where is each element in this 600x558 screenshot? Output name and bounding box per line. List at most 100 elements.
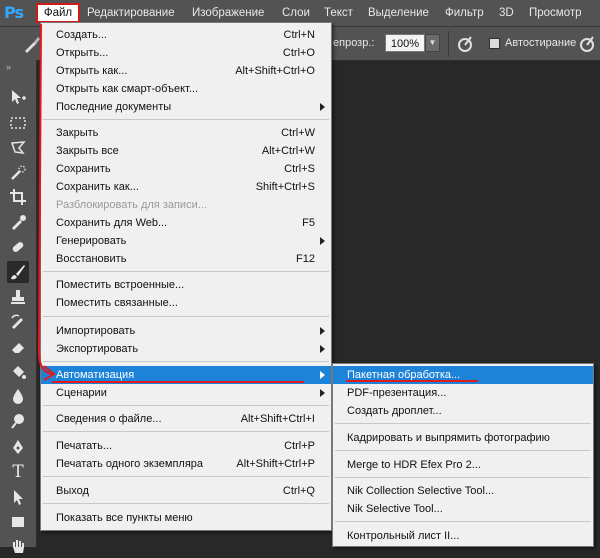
menu-item-label: Последние документы: [56, 101, 172, 113]
menu-item-label: Открыть...: [56, 47, 109, 59]
menu-item-open[interactable]: Открыть... Ctrl+O: [41, 44, 331, 62]
menu-select[interactable]: Выделение: [368, 4, 429, 22]
menu-item-pdf-presentation[interactable]: PDF-презентация...: [333, 384, 593, 402]
opacity-dropdown-button[interactable]: ▼: [425, 34, 440, 52]
menu-item-shortcut: F5: [302, 217, 315, 229]
panel-collapse-icon[interactable]: »: [6, 62, 11, 72]
auto-erase-checkbox[interactable]: [489, 38, 500, 49]
brush-tool-icon[interactable]: [7, 261, 29, 283]
tool-preset-picker-icon[interactable]: [22, 34, 42, 54]
menu-separator: [335, 423, 591, 424]
rectangle-tool-icon[interactable]: [7, 511, 29, 533]
menu-image[interactable]: Изображение: [192, 4, 264, 22]
menu-separator: [43, 119, 329, 120]
menu-view[interactable]: Просмотр: [529, 4, 582, 22]
menu-item-shortcut: Alt+Shift+Ctrl+I: [240, 413, 315, 425]
photoshop-logo: Ps: [4, 3, 24, 22]
menu-item-new[interactable]: Создать... Ctrl+N: [41, 26, 331, 44]
menu-item-label: Создать дроплет...: [347, 405, 442, 417]
menu-item-save-as[interactable]: Сохранить как... Shift+Ctrl+S: [41, 178, 331, 196]
pen-tool-icon[interactable]: [7, 436, 29, 458]
eraser-tool-icon[interactable]: [7, 336, 29, 358]
menu-item-unlock-for-writing: Разблокировать для записи...: [41, 196, 331, 214]
menu-separator: [43, 316, 329, 317]
menu-item-place-embedded[interactable]: Поместить встроенные...: [41, 276, 331, 294]
submenu-arrow-icon: [320, 371, 325, 379]
menu-item-file-info[interactable]: Сведения о файле... Alt+Shift+Ctrl+I: [41, 410, 331, 428]
pressure-opacity-icon[interactable]: [455, 34, 475, 54]
menu-item-merge-to-hdr-efex[interactable]: Merge to HDR Efex Pro 2...: [333, 456, 593, 474]
menu-item-recent-documents[interactable]: Последние документы: [41, 98, 331, 116]
menu-item-open-as-smart-object[interactable]: Открыть как смарт-объект...: [41, 80, 331, 98]
menu-item-save-for-web[interactable]: Сохранить для Web... F5: [41, 214, 331, 232]
menu-item-import[interactable]: Импортировать: [41, 322, 331, 340]
menu-item-label: Сохранить как...: [56, 181, 139, 193]
menu-separator: [43, 361, 329, 362]
menu-separator: [43, 503, 329, 504]
menu-item-label: Восстановить: [56, 253, 127, 265]
annotation-underline-batch: [346, 380, 478, 382]
menu-item-scripts[interactable]: Сценарии: [41, 384, 331, 402]
menu-item-print[interactable]: Печатать... Ctrl+P: [41, 437, 331, 455]
menu-item-save[interactable]: Сохранить Ctrl+S: [41, 160, 331, 178]
dodge-tool-icon[interactable]: [7, 410, 29, 432]
menu-item-exit[interactable]: Выход Ctrl+Q: [41, 482, 331, 500]
menu-item-label: Сведения о файле...: [56, 413, 162, 425]
menu-item-close[interactable]: Закрыть Ctrl+W: [41, 124, 331, 142]
menu-layers[interactable]: Слои: [282, 4, 310, 22]
pressure-size-icon[interactable]: [577, 34, 597, 54]
menu-item-crop-and-straighten[interactable]: Кадрировать и выпрямить фотографию: [333, 429, 593, 447]
clone-stamp-tool-icon[interactable]: [7, 286, 29, 308]
opacity-input[interactable]: 100%: [385, 34, 425, 52]
healing-brush-tool-icon[interactable]: [7, 236, 29, 258]
menu-file[interactable]: Файл: [36, 3, 80, 23]
menu-separator: [43, 431, 329, 432]
marquee-tool-icon[interactable]: [7, 112, 29, 134]
menu-filter[interactable]: Фильтр: [445, 4, 484, 22]
menu-edit[interactable]: Редактирование: [87, 4, 175, 22]
eyedropper-tool-icon[interactable]: [7, 211, 29, 233]
menu-item-revert[interactable]: Восстановить F12: [41, 250, 331, 268]
menu-item-export[interactable]: Экспортировать: [41, 340, 331, 358]
menu-item-open-as[interactable]: Открыть как... Alt+Shift+Ctrl+O: [41, 62, 331, 80]
history-brush-tool-icon[interactable]: [7, 311, 29, 333]
menu-item-print-one-copy[interactable]: Печатать одного экземпляра Alt+Shift+Ctr…: [41, 455, 331, 473]
options-divider: [448, 31, 449, 57]
menu-item-shortcut: Ctrl+O: [282, 47, 315, 59]
menu-item-label: Кадрировать и выпрямить фотографию: [347, 432, 550, 444]
menu-type[interactable]: Текст: [324, 4, 353, 22]
tools-panel: » T: [0, 60, 37, 553]
menu-item-nik-collection-selective-tool[interactable]: Nik Collection Selective Tool...: [333, 482, 593, 500]
menu-item-label: Показать все пункты меню: [56, 512, 193, 524]
menu-item-label: Контрольный лист II...: [347, 530, 460, 542]
menu-item-nik-selective-tool[interactable]: Nik Selective Tool...: [333, 500, 593, 518]
menu-item-shortcut: F12: [296, 253, 315, 265]
auto-erase-label: Автостирание: [505, 37, 577, 49]
menu-item-contact-sheet[interactable]: Контрольный лист II...: [333, 527, 593, 545]
path-selection-tool-icon[interactable]: [7, 486, 29, 508]
menu-item-label: Merge to HDR Efex Pro 2...: [347, 459, 481, 471]
menu-item-label: Закрыть: [56, 127, 99, 139]
menu-item-shortcut: Ctrl+S: [284, 163, 315, 175]
move-tool-icon[interactable]: [7, 86, 29, 108]
submenu-arrow-icon: [320, 345, 325, 353]
quick-selection-tool-icon[interactable]: [7, 162, 29, 184]
menu-item-close-all[interactable]: Закрыть все Alt+Ctrl+W: [41, 142, 331, 160]
type-tool-icon[interactable]: T: [7, 461, 29, 483]
menu-3d[interactable]: 3D: [499, 4, 514, 22]
menu-item-label: Сценарии: [56, 387, 107, 399]
paint-bucket-tool-icon[interactable]: [7, 361, 29, 383]
menu-item-place-linked[interactable]: Поместить связанные...: [41, 294, 331, 312]
menu-item-generate[interactable]: Генерировать: [41, 232, 331, 250]
submenu-arrow-icon: [320, 237, 325, 245]
hand-tool-icon[interactable]: [7, 536, 29, 558]
menu-item-shortcut: Alt+Ctrl+W: [261, 145, 315, 157]
menu-item-shortcut: Ctrl+Q: [282, 485, 315, 497]
menu-item-shortcut: Alt+Shift+Ctrl+P: [236, 458, 315, 470]
menu-item-show-all-menu-items[interactable]: Показать все пункты меню: [41, 509, 331, 527]
blur-tool-icon[interactable]: [7, 385, 29, 407]
menu-item-label: Выход: [56, 485, 89, 497]
crop-tool-icon[interactable]: [7, 186, 29, 208]
lasso-tool-icon[interactable]: [7, 137, 29, 159]
menu-item-create-droplet[interactable]: Создать дроплет...: [333, 402, 593, 420]
